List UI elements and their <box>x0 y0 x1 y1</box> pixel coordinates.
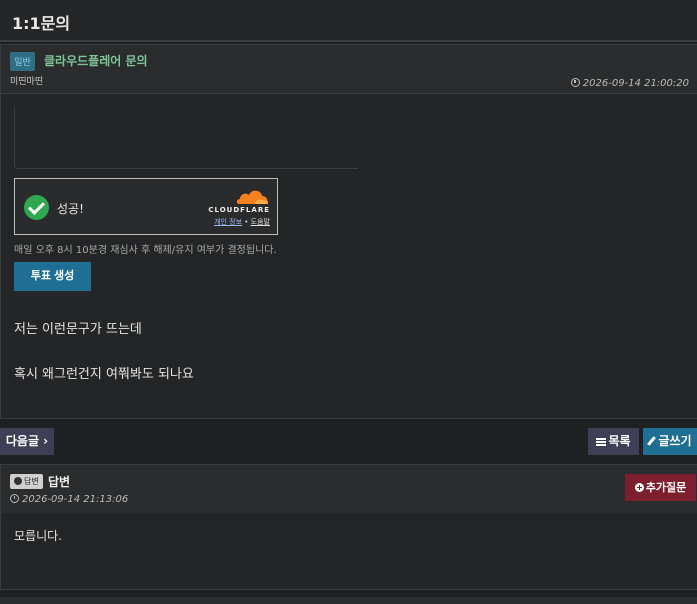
category-badge: 일반 <box>10 52 35 71</box>
chevron-right-icon: › <box>43 434 49 448</box>
pencil-icon <box>647 436 657 446</box>
answer-body: 모릅니다. <box>14 529 62 543</box>
answer-date-text: 2026-09-14 21:13:06 <box>22 494 129 505</box>
bottom-bar <box>0 597 697 604</box>
post-date: 2026-09-14 21:00:20 <box>570 78 689 89</box>
clock-icon <box>570 78 580 87</box>
post-date-text: 2026-09-14 21:00:20 <box>582 78 689 89</box>
cloudflare-brand: CLOUDFLARE <box>208 206 270 214</box>
post-author[interactable]: 미띤마띤 <box>10 74 43 87</box>
clock-icon <box>10 494 19 503</box>
notice-text: 매일 오후 8시 10분경 재심사 후 해제/유지 여부가 결정됩니다. <box>14 245 277 256</box>
help-link[interactable]: 도움말 <box>251 218 270 226</box>
answer-date: 2026-09-14 21:13:06 <box>10 494 128 505</box>
list-label: 목록 <box>608 434 631 448</box>
cf-success-text: 성공! <box>57 202 84 216</box>
privacy-link[interactable]: 개인 정보 <box>214 218 242 226</box>
write-button[interactable]: 글쓰기 <box>643 428 697 455</box>
page-header: 1:1문의 <box>0 0 697 42</box>
post-body-line-1: 저는 이런문구가 뜨는데 <box>14 322 142 337</box>
plus-circle-icon <box>634 483 644 492</box>
answer-section: 답변 답변 2026-09-14 21:13:06 추가질문 모릅니다. <box>0 464 697 590</box>
write-label: 글쓰기 <box>658 434 692 448</box>
check-icon <box>24 195 49 220</box>
next-post-label: 다음글 <box>5 434 39 448</box>
answer-badge-label: 답변 <box>24 477 39 486</box>
post-body-line-2: 혹시 왜그런건지 여쭤봐도 되나요 <box>14 367 194 382</box>
followup-label: 추가질문 <box>645 481 687 494</box>
page-title: 1:1문의 <box>12 14 71 33</box>
post-navigation: 다음글 › 목록 글쓰기 <box>0 419 697 464</box>
post-title[interactable]: 클라우드플레어 문의 <box>44 52 148 69</box>
answer-badge: 답변 <box>10 474 43 489</box>
link-separator: • <box>244 218 249 226</box>
answer-title: 답변 <box>48 475 71 489</box>
cloudflare-widget: 성공! CLOUDFLARE 개인 정보 • 도움말 <box>14 178 278 235</box>
list-icon <box>596 438 607 446</box>
followup-question-button[interactable]: 추가질문 <box>625 474 696 501</box>
cf-links: 개인 정보 • 도움말 <box>214 217 270 227</box>
post-header: 일반 클라우드플레어 문의 미띤마띤 2026-09-14 21:00:20 <box>1 45 697 94</box>
next-post-button[interactable]: 다음글 › <box>0 428 54 455</box>
list-button[interactable]: 목록 <box>588 428 639 455</box>
answer-header: 답변 답변 2026-09-14 21:13:06 추가질문 <box>1 465 697 513</box>
post-view: 일반 클라우드플레어 문의 미띤마띤 2026-09-14 21:00:20 성… <box>0 44 697 419</box>
vote-create-button[interactable]: 투표 생성 <box>14 262 91 291</box>
cloudflare-cloud-icon <box>236 190 268 204</box>
circle-arrow-icon <box>14 477 22 485</box>
embed-frame <box>14 107 358 169</box>
